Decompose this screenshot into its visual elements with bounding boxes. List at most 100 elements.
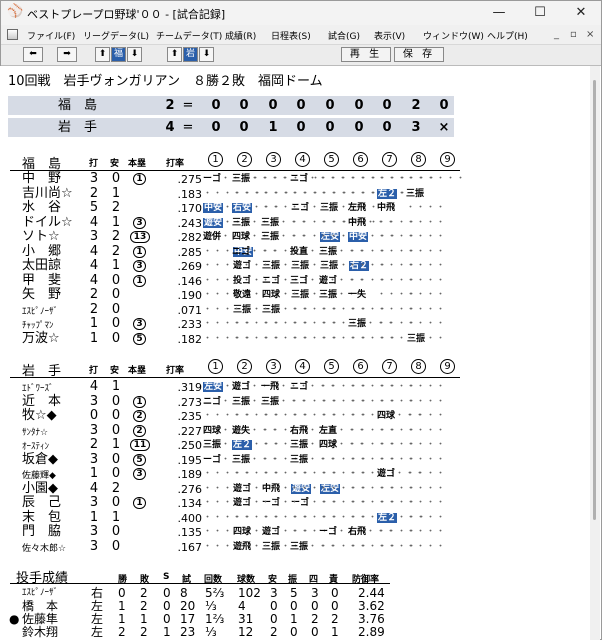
rbi-badge: 1 [133, 245, 146, 258]
maximize-button[interactable]: ☐ [520, 2, 560, 24]
hits: 0 [111, 524, 121, 539]
inning-header-1: 1 [208, 359, 223, 374]
team1-down-button[interactable]: ⬇ [127, 47, 142, 62]
out-result: 遊ゴ [319, 275, 338, 286]
dots: ・・・・ [406, 261, 447, 271]
hits: 1 [111, 509, 121, 525]
rbi-badge: 3 [133, 318, 146, 330]
pitcher-s: 1 [163, 625, 171, 639]
out-result: ーゴ [319, 527, 338, 537]
hits: 2 [111, 480, 121, 496]
batter-row: 吉川尚☆ 2 1.183 ・・・・・・ ・・・・・・ ・・・・・・ ・・・・・・ ・・・・・・… [0, 186, 590, 201]
menu-team-data[interactable]: チームデータ(T) [156, 29, 222, 42]
title-bar[interactable]: ⚾ ベストプレープロ野球'００ - [試合記録] — ☐ ✕ [1, 1, 601, 25]
at-bats: 3 [89, 524, 99, 539]
menu-league-data[interactable]: リーグデータ(L) [83, 29, 149, 42]
out-result: 三振 [203, 440, 222, 450]
dots: ・・・・ [406, 425, 447, 436]
prev-game-button[interactable]: ⬅ [23, 47, 43, 62]
team1-button[interactable]: 福 [111, 47, 126, 62]
dots: ・・・ [232, 541, 263, 552]
batting-average: .182 [177, 332, 203, 346]
mdi-minimize-button[interactable]: _ [554, 29, 559, 40]
dots: ・・・ [377, 333, 408, 344]
batter-row: ソト☆ 3 2 13.282 遊併・・・ 四球・・・ 三振・・・ ・・・左安 ・・・ 中安・・・・… [0, 229, 590, 245]
dots: ・・・・ [406, 333, 447, 344]
pitcher-mark: ● [9, 612, 20, 626]
at-bats: 1 [89, 466, 99, 481]
inning-score: 3 [411, 120, 421, 135]
inning-result: ・・・・ [406, 333, 465, 345]
pitcher-w: 2 [118, 625, 126, 639]
inning-header-2: 2 [237, 359, 252, 374]
document-icon[interactable] [7, 29, 18, 40]
mdi-restore-button[interactable]: ▫ [570, 29, 577, 40]
dots: ・・・ [203, 290, 234, 300]
hits: 0 [111, 408, 121, 423]
hit-result: 中安 [203, 203, 224, 213]
player-name: ソト☆ [22, 229, 60, 244]
batting-average: .189 [177, 468, 203, 481]
team2-down-button[interactable]: ⬇ [199, 47, 214, 62]
batting-average: .170 [177, 202, 203, 215]
dots: ・・・ [232, 304, 263, 315]
rbi-badge: 1 [133, 395, 146, 408]
at-bats: 2 [89, 301, 99, 317]
menu-file[interactable]: ファイル(F) [27, 29, 75, 42]
rbi-badge: 11 [130, 439, 150, 451]
inning-score: 0 [382, 120, 392, 135]
menu-stats[interactable]: 成績(R) [225, 29, 256, 42]
at-bats: 1 [89, 509, 99, 525]
inning-result: ・・・・ [406, 439, 465, 451]
col-hits: 安 [110, 366, 120, 376]
hits: 0 [111, 316, 121, 331]
player-name: 牧☆◆ [22, 408, 57, 423]
save-button[interactable]: 保 存 [394, 47, 444, 62]
team2-up-button[interactable]: ⬆ [167, 47, 182, 62]
menu-help[interactable]: ヘルプ(H) [487, 29, 528, 42]
inning-result: ・・・・・・ [406, 173, 465, 185]
menu-schedule[interactable]: 日程表(S) [271, 29, 311, 42]
inning-score: 0 [382, 98, 392, 113]
at-bats: 3 [89, 422, 99, 438]
mdi-close-button[interactable]: × [586, 29, 594, 40]
inning-result: ・・・・ [406, 410, 465, 422]
next-game-button[interactable]: ➡ [57, 47, 77, 62]
batting-average: .273 [177, 395, 203, 409]
out-result: 三振 [232, 174, 251, 184]
menu-view[interactable]: 表示(V) [374, 29, 405, 42]
menu-game[interactable]: 試合(G) [328, 29, 360, 42]
minimize-button[interactable]: — [479, 2, 519, 24]
baseball-icon: ⚾ [7, 4, 24, 19]
scoreboard-row-away: 岩 手 4 = 0 0 1 0 0 0 0 3 × [8, 118, 454, 137]
dots: ・・・ [232, 261, 263, 271]
menu-window[interactable]: ウィンドウ(W) [423, 29, 484, 42]
dots: ・・・ [203, 261, 234, 271]
out-result: 四球 [377, 411, 396, 421]
dots: ・・・ [232, 483, 263, 494]
scoreboard-equals: = [182, 98, 194, 113]
team1-up-button[interactable]: ⬆ [95, 47, 110, 62]
batting-average: .190 [177, 289, 203, 302]
pitcher-l: 2 [140, 625, 148, 639]
hit-result: 左２ [232, 440, 253, 450]
inning-header-7: 7 [382, 152, 397, 167]
team2-button[interactable]: 岩 [183, 47, 198, 62]
menu-bar: ファイル(F) リーグデータ(L) チームデータ(T) 成績(R) 日程表(S)… [1, 25, 601, 45]
inning-header-6: 6 [353, 359, 368, 374]
pitcher-row: 鈴木翔左 2 2 1 23 ⅓ 12 2 0 0 1 2.89 [0, 626, 590, 639]
player-name: 小園◆ [22, 480, 58, 496]
at-bats: 3 [89, 229, 99, 244]
inning-result: ・・・・ [406, 425, 465, 437]
col-ab: 打 [89, 366, 99, 376]
pitcher-era: 2.89 [358, 625, 385, 639]
dots: ・・・ [261, 483, 292, 494]
out-result: 三振 [290, 454, 309, 465]
vertical-scrollbar[interactable] [590, 66, 600, 640]
replay-button[interactable]: 再 生 [341, 47, 391, 62]
dots: ・・・ [319, 232, 350, 242]
scrollbar-thumb[interactable] [593, 80, 596, 520]
inning-score: 0 [268, 98, 278, 113]
inning-result: ・・・・ [406, 497, 465, 509]
close-button[interactable]: ✕ [561, 2, 601, 24]
